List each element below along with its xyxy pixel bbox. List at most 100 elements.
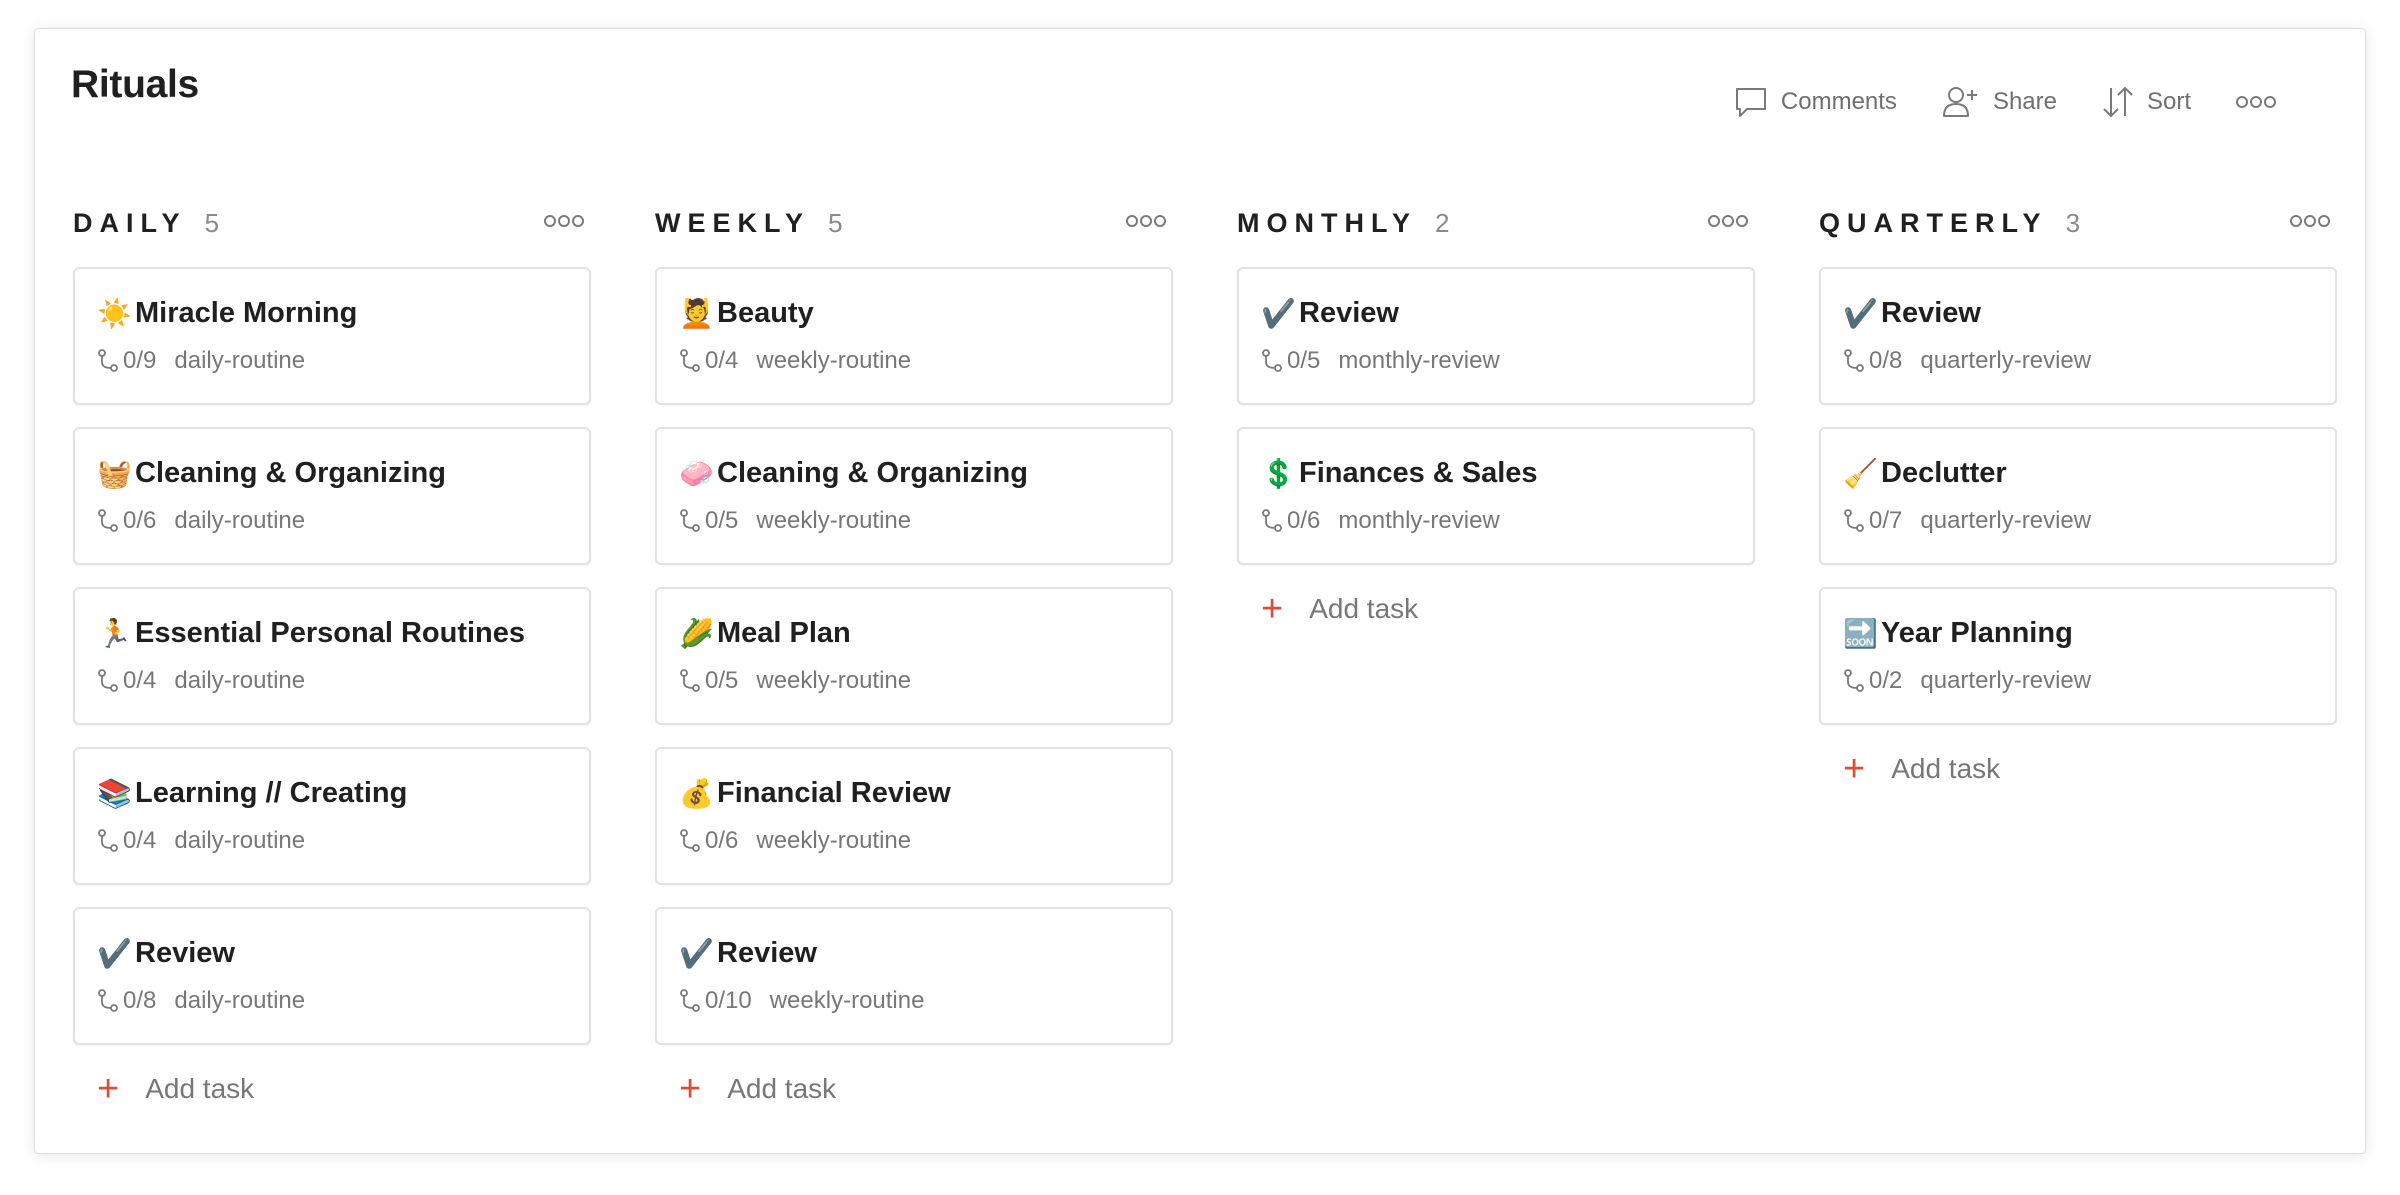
subtask-icon <box>97 669 119 693</box>
task-title: 🧺 Cleaning & Organizing <box>97 453 567 493</box>
task-card[interactable]: 💆 Beauty 0/4 weekly-routine <box>655 267 1173 405</box>
subtask-progress: 0/4 <box>123 667 157 694</box>
column-task-count: 5 <box>828 207 843 238</box>
column-more-button[interactable] <box>1701 210 1755 237</box>
subtask-icon <box>1843 509 1865 533</box>
task-title: ✔️ Review <box>679 933 1149 973</box>
subtask-icon <box>97 989 119 1013</box>
task-card[interactable]: 💲 Finances & Sales 0/6 monthly-review <box>1237 427 1755 565</box>
task-emoji-icon: 📚 <box>97 777 132 809</box>
task-label: daily-routine <box>174 667 306 694</box>
more-horizontal-icon <box>1125 214 1167 233</box>
column-title: DAILY 5 <box>73 208 219 239</box>
column-more-button[interactable] <box>537 210 591 237</box>
more-options-button[interactable] <box>2235 95 2277 109</box>
comments-label: Comments <box>1780 88 1897 115</box>
task-meta: 0/4 weekly-routine <box>679 347 1149 375</box>
subtask-icon <box>679 509 701 533</box>
task-label: monthly-review <box>1338 507 1500 534</box>
subtask-progress: 0/7 <box>1869 507 1903 534</box>
task-emoji-icon: 🧼 <box>679 457 714 489</box>
subtask-icon <box>1843 349 1865 373</box>
task-emoji-icon: 🔜 <box>1843 617 1878 649</box>
task-meta: 0/2 quarterly-review <box>1843 667 2313 695</box>
add-task-label: Add task <box>1891 753 2001 784</box>
task-title: ✔️ Review <box>1843 293 2313 333</box>
task-meta: 0/8 daily-routine <box>97 987 567 1015</box>
comments-button[interactable]: Comments <box>1733 84 1897 120</box>
task-title: 🔜 Year Planning <box>1843 613 2313 653</box>
task-meta: 0/4 daily-routine <box>97 667 567 695</box>
sort-label: Sort <box>2146 88 2191 115</box>
column-more-button[interactable] <box>2283 210 2337 237</box>
task-label: quarterly-review <box>1920 347 2092 374</box>
add-task-button[interactable]: + Add task <box>1819 747 2337 791</box>
task-label: weekly-routine <box>769 987 925 1014</box>
share-label: Share <box>1992 88 2057 115</box>
subtask-icon <box>679 669 701 693</box>
plus-icon: + <box>1843 748 1866 790</box>
more-horizontal-icon <box>1707 214 1749 233</box>
add-task-label: Add task <box>727 1073 837 1104</box>
subtask-progress: 0/8 <box>123 987 157 1014</box>
subtask-icon <box>1261 509 1283 533</box>
subtask-icon <box>679 989 701 1013</box>
subtask-icon <box>97 829 119 853</box>
add-task-button[interactable]: + Add task <box>1237 587 1755 631</box>
task-meta: 0/5 monthly-review <box>1261 347 1731 375</box>
task-label: weekly-routine <box>756 667 912 694</box>
task-emoji-icon: 🌽 <box>679 617 714 649</box>
toolbar: Comments Share Sort <box>1733 79 2277 125</box>
task-emoji-icon: ✔️ <box>97 937 132 969</box>
task-title-text: Miracle Morning <box>135 296 358 329</box>
more-horizontal-icon <box>543 214 585 233</box>
more-horizontal-icon <box>2289 214 2331 233</box>
task-label: weekly-routine <box>756 507 912 534</box>
subtask-progress: 0/5 <box>1287 347 1321 374</box>
task-card[interactable]: 🧺 Cleaning & Organizing 0/6 daily-routin… <box>73 427 591 565</box>
column-header: DAILY 5 <box>73 199 591 247</box>
subtask-progress: 0/2 <box>1869 667 1903 694</box>
add-task-button[interactable]: + Add task <box>655 1067 1173 1111</box>
task-card[interactable]: ✔️ Review 0/10 weekly-routine <box>655 907 1173 1045</box>
column-title: MONTHLY 2 <box>1237 208 1450 239</box>
column-title: QUARTERLY 3 <box>1819 208 2080 239</box>
plus-icon: + <box>97 1068 120 1110</box>
task-card[interactable]: 🔜 Year Planning 0/2 quarterly-review <box>1819 587 2337 725</box>
task-card[interactable]: ✔️ Review 0/8 daily-routine <box>73 907 591 1045</box>
task-emoji-icon: 🧺 <box>97 457 132 489</box>
task-card[interactable]: ☀️ Miracle Morning 0/9 daily-routine <box>73 267 591 405</box>
task-meta: 0/5 weekly-routine <box>679 507 1149 535</box>
task-card[interactable]: 🌽 Meal Plan 0/5 weekly-routine <box>655 587 1173 725</box>
task-card[interactable]: 📚 Learning // Creating 0/4 daily-routine <box>73 747 591 885</box>
task-emoji-icon: 💰 <box>679 777 714 809</box>
task-card[interactable]: 🧹 Declutter 0/7 quarterly-review <box>1819 427 2337 565</box>
add-task-button[interactable]: + Add task <box>73 1067 591 1111</box>
subtask-icon <box>679 349 701 373</box>
task-emoji-icon: ☀️ <box>97 297 132 329</box>
column-more-button[interactable] <box>1119 210 1173 237</box>
task-title-text: Meal Plan <box>717 616 851 649</box>
task-emoji-icon: ✔️ <box>679 937 714 969</box>
task-card[interactable]: 💰 Financial Review 0/6 weekly-routine <box>655 747 1173 885</box>
sort-arrows-icon <box>2101 84 2135 120</box>
task-title-text: Review <box>1881 296 1981 329</box>
task-title-text: Review <box>1299 296 1399 329</box>
column-cards: ☀️ Miracle Morning 0/9 daily-routine 🧺 C… <box>73 267 591 1045</box>
task-title-text: Review <box>717 936 817 969</box>
task-card[interactable]: 🧼 Cleaning & Organizing 0/5 weekly-routi… <box>655 427 1173 565</box>
plus-icon: + <box>679 1068 702 1110</box>
sort-button[interactable]: Sort <box>2101 84 2191 120</box>
task-card[interactable]: 🏃 Essential Personal Routines 0/4 daily-… <box>73 587 591 725</box>
task-emoji-icon: ✔️ <box>1261 297 1296 329</box>
column-cards: ✔️ Review 0/8 quarterly-review 🧹 Declutt… <box>1819 267 2337 725</box>
share-button[interactable]: Share <box>1941 84 2057 120</box>
project-window: Rituals Comments Share Sort DAILY 5 ☀️ M… <box>34 28 2366 1154</box>
column-title-text: MONTHLY <box>1237 207 1417 238</box>
task-title-text: Learning // Creating <box>135 776 408 809</box>
plus-icon: + <box>1261 588 1284 630</box>
task-card[interactable]: ✔️ Review 0/5 monthly-review <box>1237 267 1755 405</box>
page-title: Rituals <box>71 63 199 106</box>
task-card[interactable]: ✔️ Review 0/8 quarterly-review <box>1819 267 2337 405</box>
task-title-text: Review <box>135 936 235 969</box>
